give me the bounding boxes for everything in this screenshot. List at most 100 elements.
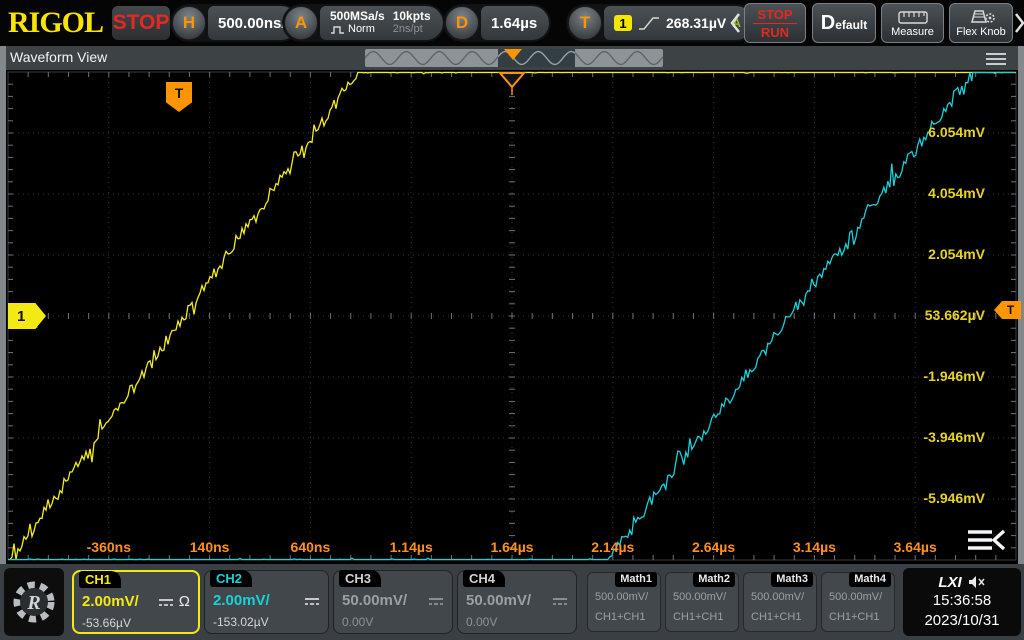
measure-button[interactable]: Measure — [881, 3, 944, 43]
lxi-label: LXI — [938, 574, 961, 591]
math2-expression: CH1+CH1 — [673, 611, 723, 623]
math4-scale: 500.00mV/ — [829, 591, 882, 603]
horizontal-knob[interactable]: H — [172, 6, 206, 40]
time-axis-label: 1.14µs — [390, 539, 433, 555]
pulse-icon — [330, 25, 345, 35]
horizontal-scale-group[interactable]: H 500.00ns/ — [170, 4, 300, 42]
dc-coupling-icon — [158, 597, 174, 607]
ruler-icon — [898, 8, 928, 24]
acquire-knob[interactable]: A — [284, 6, 318, 40]
dc-coupling-icon — [552, 596, 568, 606]
channel2-box[interactable]: CH2 2.00mV/ -153.02µV — [204, 570, 329, 634]
toolbar-scroll-right-icon[interactable] — [1013, 12, 1024, 34]
time-resolution: 2ns/pt — [393, 23, 431, 36]
tab-waveform-view[interactable]: Waveform View — [10, 49, 107, 65]
delay-knob[interactable]: D — [445, 6, 479, 40]
channel2-offset: -153.02µV — [213, 615, 269, 629]
channel4-offset: 0.00V — [466, 615, 497, 629]
v-axis-label: 53.662µV — [905, 307, 985, 323]
rigol-logo: RIGOL — [8, 6, 103, 40]
time-axis-label: 640ns — [291, 539, 331, 555]
math3-box[interactable]: Math3 500.00mV/ CH1+CH1 — [743, 572, 817, 632]
channel4-box[interactable]: CH4 50.00mV/ 0.00V — [457, 570, 577, 634]
trigger-source-chip: 1 — [614, 15, 632, 31]
math1-box[interactable]: Math1 500.00mV/ CH1+CH1 — [587, 572, 661, 632]
oscilloscope-screen: RIGOL STOP H 500.00ns/ A 500MSa/s Norm 1… — [0, 0, 1024, 640]
speaker-muted-icon — [968, 575, 986, 589]
channel1-offset: -53.66µV — [82, 616, 131, 630]
channel1-box[interactable]: CH1 2.00mV/ Ω -53.66µV — [72, 570, 200, 634]
view-tab-bar: Waveform View — [0, 46, 1024, 70]
math1-tab: Math1 — [615, 572, 657, 587]
v-axis-label: -3.946mV — [905, 429, 985, 445]
time-axis-label: 2.14µs — [591, 539, 634, 555]
svg-text:R: R — [26, 592, 40, 614]
v-axis-label: 2.054mV — [905, 246, 985, 262]
channel-status-bar: R CH1 2.00mV/ Ω -53.66µV CH2 2.00mV/ — [0, 564, 1024, 640]
dc-coupling-icon — [428, 596, 444, 606]
math3-tab: Math3 — [771, 572, 813, 587]
horizontal-scale-value: 500.00ns/ — [218, 15, 286, 32]
default-button[interactable]: Default — [812, 3, 876, 43]
math3-scale: 500.00mV/ — [751, 591, 804, 603]
waveform-display: T 1 T 6.054mV4.054mV2.054mV53.662µV-1.94… — [0, 70, 1024, 564]
delay-group[interactable]: D 1.64µs — [443, 4, 551, 42]
run-status-badge[interactable]: STOP — [112, 6, 170, 40]
trigger-level-value: 268.31µV — [666, 15, 726, 31]
display-menu-icon[interactable] — [966, 528, 1008, 556]
flex-knob-button[interactable]: Flex Knob — [949, 3, 1013, 43]
math4-tab: Math4 — [849, 572, 891, 587]
channel3-box[interactable]: CH3 50.00mV/ 0.00V — [333, 570, 453, 634]
channel3-offset: 0.00V — [342, 615, 373, 629]
knob-gear-icon — [964, 8, 998, 24]
system-clock-box[interactable]: LXI 15:36:58 2023/10/31 — [903, 568, 1021, 636]
math1-scale: 500.00mV/ — [595, 591, 648, 603]
system-date: 2023/10/31 — [924, 611, 999, 631]
math4-expression: CH1+CH1 — [829, 611, 879, 623]
v-axis-label: -5.946mV — [905, 490, 985, 506]
acquire-mode: Norm — [348, 23, 375, 36]
graticule-and-traces — [0, 70, 1024, 564]
waveform-overview-strip[interactable] — [365, 49, 663, 67]
time-axis-label: 2.64µs — [692, 539, 735, 555]
trigger-knob[interactable]: T — [568, 6, 602, 40]
rigol-gear-logo[interactable]: R — [4, 568, 64, 636]
math4-box[interactable]: Math4 500.00mV/ CH1+CH1 — [821, 572, 895, 632]
math2-box[interactable]: Math2 500.00mV/ CH1+CH1 — [665, 572, 739, 632]
stop-run-button[interactable]: STOP RUN — [744, 3, 806, 43]
toolbar-scroll-left-icon[interactable] — [729, 12, 741, 34]
stop-label: STOP — [757, 7, 792, 22]
system-time: 15:36:58 — [933, 591, 991, 611]
sample-rate: 500MSa/s — [330, 10, 385, 23]
trigger-group[interactable]: T 1 268.31µV A — [566, 4, 755, 42]
channel4-tab: CH4 — [463, 570, 505, 587]
time-axis-label: 3.14µs — [793, 539, 836, 555]
channel1-tab: CH1 — [79, 571, 121, 588]
rising-edge-icon — [638, 16, 660, 31]
stop-run-divider — [753, 23, 797, 24]
acquisition-group[interactable]: A 500MSa/s Norm 10kpts 2ns/pt — [282, 4, 445, 42]
math3-expression: CH1+CH1 — [751, 611, 801, 623]
v-axis-label: 6.054mV — [905, 124, 985, 140]
impedance-icon: Ω — [179, 593, 190, 610]
hamburger-menu-icon[interactable] — [986, 53, 1006, 65]
delay-value: 1.64µs — [491, 15, 537, 32]
memory-depth: 10kpts — [393, 10, 431, 23]
channel2-tab: CH2 — [210, 570, 252, 587]
channel3-tab: CH3 — [339, 570, 381, 587]
channel1-scale: 2.00mV/ — [82, 593, 139, 610]
time-axis-label: -360ns — [87, 539, 131, 555]
left-edge-strip — [0, 46, 6, 564]
dc-coupling-icon — [304, 596, 320, 606]
run-label: RUN — [761, 25, 789, 40]
v-axis-label: 4.054mV — [905, 185, 985, 201]
channel2-scale: 2.00mV/ — [213, 592, 270, 609]
math2-scale: 500.00mV/ — [673, 591, 726, 603]
time-axis-label: 3.64µs — [894, 539, 937, 555]
time-axis-label: 1.64µs — [490, 539, 533, 555]
top-toolbar: RIGOL STOP H 500.00ns/ A 500MSa/s Norm 1… — [0, 0, 1024, 46]
math2-tab: Math2 — [693, 572, 735, 587]
v-axis-label: -1.946mV — [905, 368, 985, 384]
time-axis-label: 140ns — [190, 539, 230, 555]
math1-expression: CH1+CH1 — [595, 611, 645, 623]
